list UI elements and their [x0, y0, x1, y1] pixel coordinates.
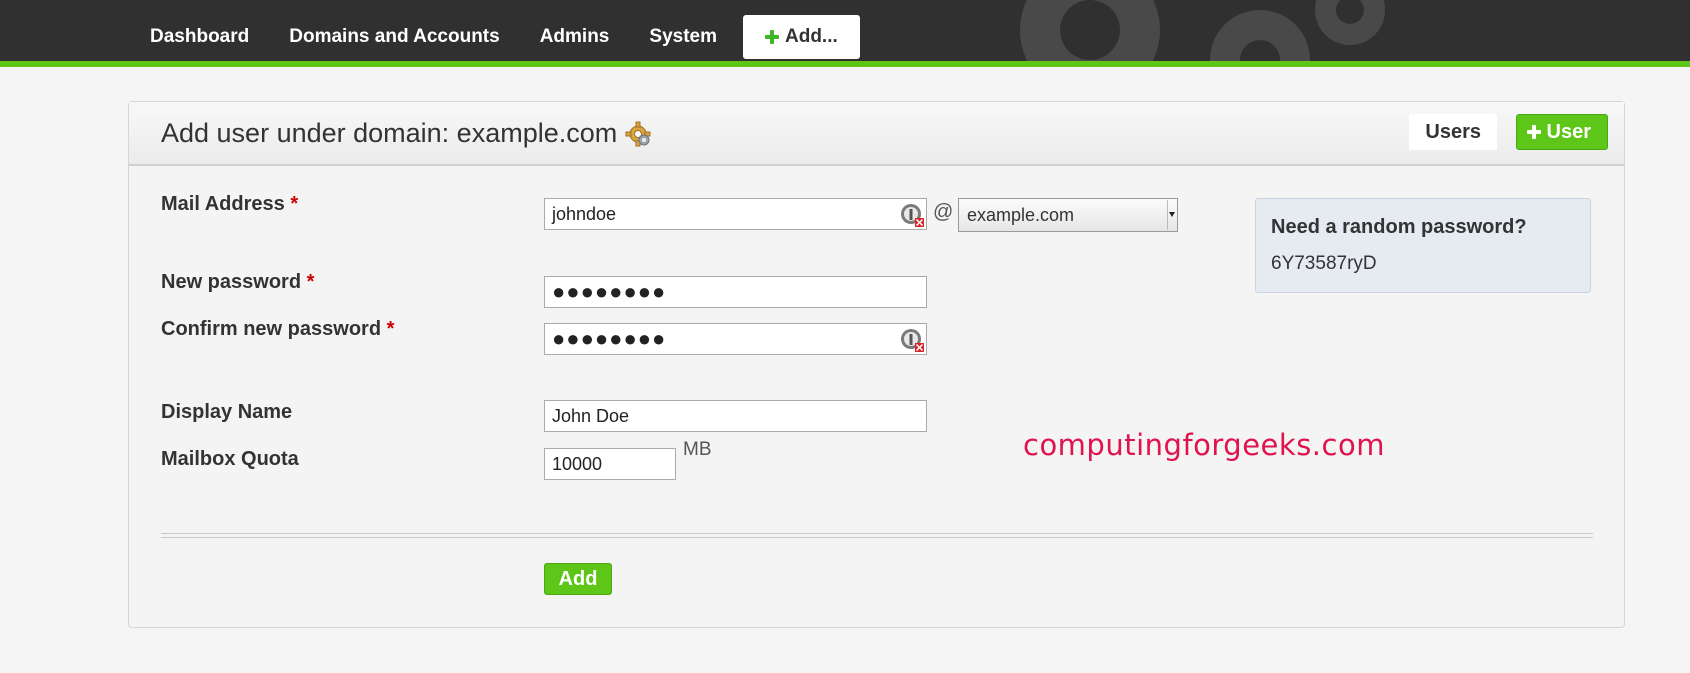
nav-dashboard[interactable]: Dashboard [130, 14, 269, 59]
plus-icon [1526, 125, 1541, 139]
domain-select[interactable]: example.com [958, 198, 1178, 232]
required-mark: * [306, 271, 315, 293]
add-user-tab-label: User [1546, 121, 1591, 143]
domain-settings-gear-icon[interactable] [625, 121, 651, 147]
watermark-text: computingforgeeks.com [1023, 428, 1385, 462]
quota-unit: MB [683, 439, 712, 460]
plus-icon [765, 29, 779, 44]
gears-background-icon [1020, 0, 1385, 61]
top-navbar: Dashboard Domains and Accounts Admins Sy… [0, 0, 1690, 67]
display-name-value: John Doe [552, 406, 630, 426]
display-name-label: Display Name [161, 401, 293, 423]
nav-add-label: Add... [785, 25, 838, 47]
required-mark: * [290, 193, 299, 215]
domain-select-value: example.com [967, 205, 1075, 225]
confirm-password-label-text: Confirm new password [161, 318, 382, 340]
add-user-panel: Add user under domain: example.com Users… [128, 101, 1625, 628]
new-password-input[interactable]: ●●●●●●●● [544, 276, 927, 308]
add-submit-button[interactable]: Add [544, 563, 612, 595]
mail-address-value: johndoe [552, 204, 617, 224]
nav-system[interactable]: System [629, 14, 737, 59]
main-nav: Dashboard Domains and Accounts Admins Sy… [130, 14, 860, 59]
panel-header: Add user under domain: example.com Users… [129, 102, 1624, 166]
form-divider [161, 533, 1593, 538]
nav-domains-and-accounts[interactable]: Domains and Accounts [269, 14, 519, 59]
nav-add-button[interactable]: Add... [743, 14, 860, 59]
confirm-password-value: ●●●●●●●● [552, 326, 667, 351]
random-password-box: Need a random password? 6Y73587ryD [1255, 198, 1591, 293]
random-password-title: Need a random password? [1271, 216, 1527, 238]
mailbox-quota-value: 10000 [552, 454, 603, 474]
mail-address-input[interactable]: johndoe [544, 198, 927, 230]
required-mark: * [386, 318, 395, 340]
mail-address-label-text: Mail Address [161, 193, 285, 215]
page-title: Add user under domain: example.com [161, 118, 651, 149]
mail-address-label: Mail Address * [161, 193, 298, 216]
new-password-label: New password * [161, 271, 314, 294]
confirm-password-label: Confirm new password * [161, 318, 394, 341]
at-sign: @ [933, 201, 954, 223]
mailbox-quota-label: Mailbox Quota [161, 448, 299, 470]
display-name-input[interactable]: John Doe [544, 400, 927, 432]
confirm-password-input[interactable]: ●●●●●●●● [544, 323, 927, 355]
add-user-tab-button[interactable]: User [1515, 114, 1608, 150]
mailbox-quota-input[interactable]: 10000 [544, 448, 676, 480]
tab-users[interactable]: Users [1409, 114, 1497, 150]
chevron-down-icon [1167, 200, 1175, 230]
new-password-label-text: New password [161, 271, 302, 293]
nav-admins[interactable]: Admins [520, 14, 630, 59]
page-title-text: Add user under domain: example.com [161, 118, 618, 148]
new-password-value: ●●●●●●●● [552, 279, 667, 304]
password-manager-icon[interactable] [900, 328, 924, 352]
random-password-value: 6Y73587ryD [1271, 253, 1377, 274]
password-manager-icon[interactable] [900, 203, 924, 227]
